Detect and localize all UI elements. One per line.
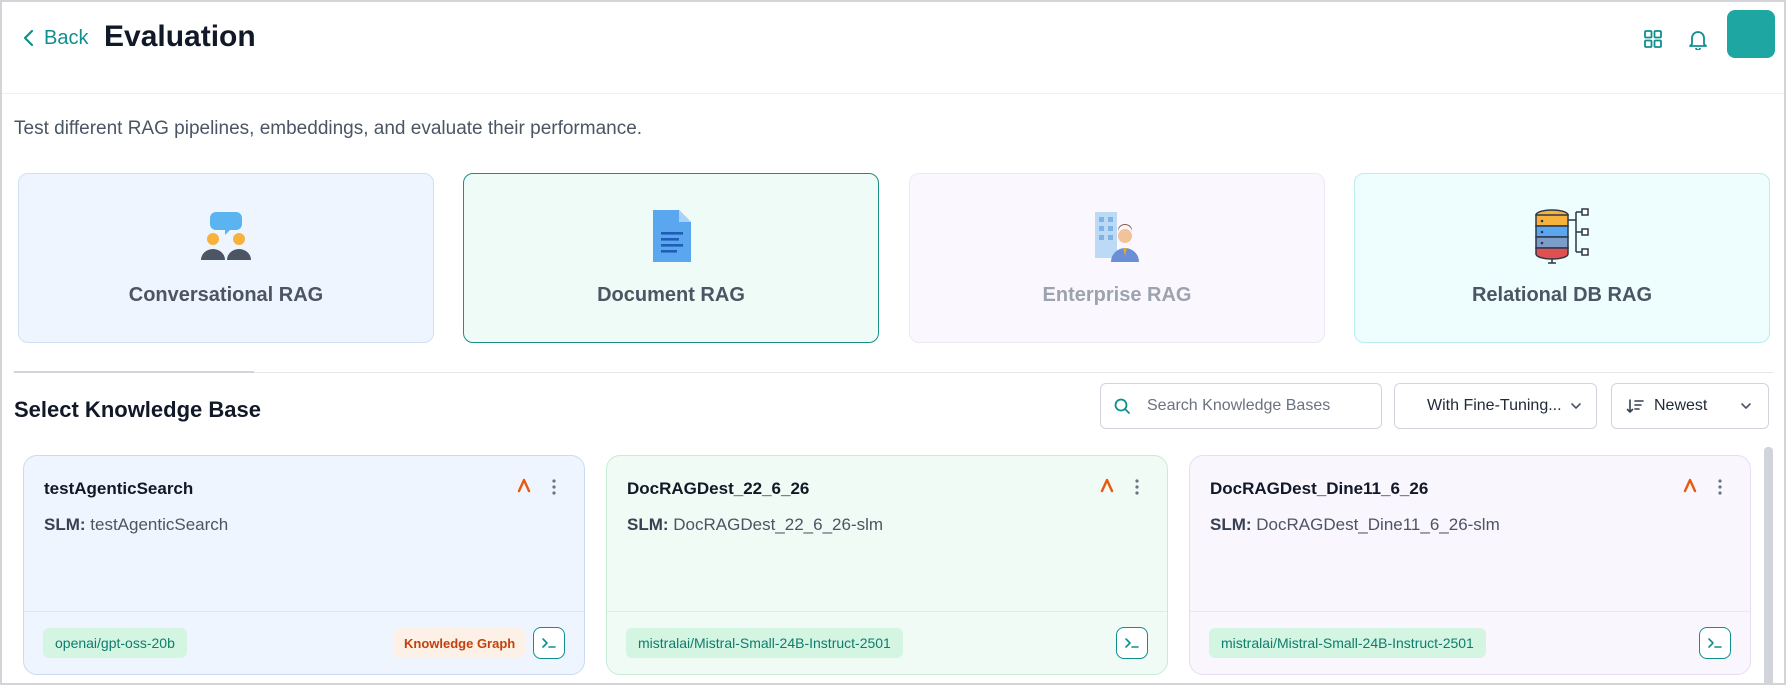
document-icon: [653, 210, 691, 262]
page-header: Back Evaluation: [2, 2, 1784, 94]
terminal-icon: [1708, 638, 1722, 648]
knowledge-graph-badge: Knowledge Graph: [394, 628, 526, 658]
grid-icon[interactable]: [1642, 28, 1664, 50]
kb-card-footer-divider: [607, 611, 1167, 612]
app-frame: Back Evaluation Test different RAG pipel…: [0, 0, 1786, 685]
page-subtitle: Test different RAG pipelines, embeddings…: [14, 118, 643, 139]
kb-card-name: testAgenticSearch: [44, 479, 194, 498]
kb-card-name: DocRAGDest_22_6_26: [627, 479, 810, 498]
kb-card-name: DocRAGDest_Dine11_6_26: [1210, 479, 1429, 498]
sort-select[interactable]: Newest: [1611, 383, 1769, 429]
chevron-left-icon: [23, 29, 34, 47]
sort-icon: [1626, 399, 1644, 413]
rag-card-label: Conversational RAG: [128, 284, 324, 306]
rag-card-label: Relational DB RAG: [1471, 284, 1653, 306]
slm-label: SLM:: [1210, 515, 1252, 534]
chevron-down-icon: [1741, 403, 1751, 409]
slm-value: DocRAGDest_22_6_26-slm: [673, 515, 884, 534]
bell-icon[interactable]: [1687, 28, 1709, 51]
slm-label: SLM:: [627, 515, 669, 534]
section-title: Select Knowledge Base: [14, 397, 261, 422]
sort-value: Newest: [1654, 397, 1708, 414]
kb-card-footer-divider: [1190, 611, 1750, 612]
rag-card-conversational[interactable]: Conversational RAG: [18, 173, 434, 343]
terminal-icon: [542, 638, 556, 648]
section-divider-accent: [14, 371, 254, 373]
rag-card-enterprise[interactable]: Enterprise RAG: [909, 173, 1325, 343]
slm-value: DocRAGDest_Dine11_6_26-slm: [1256, 515, 1500, 534]
chevron-down-icon: [1570, 403, 1581, 409]
caret-up-icon[interactable]: [1683, 476, 1697, 494]
rag-card-relational-db[interactable]: Relational DB RAG: [1354, 173, 1770, 343]
model-chip: openai/gpt-oss-20b: [43, 628, 187, 658]
kb-card[interactable]: DocRAGDest_Dine11_6_26 SLM: DocRAGDest_D…: [1189, 455, 1751, 675]
caret-up-icon[interactable]: [1100, 476, 1114, 494]
scrollbar[interactable]: [1764, 447, 1773, 683]
kb-card-footer-divider: [24, 611, 584, 612]
kb-card-slm: SLM: DocRAGDest_Dine11_6_26-slm: [1210, 515, 1500, 535]
back-label: Back: [44, 26, 89, 49]
search-input[interactable]: [1147, 397, 1367, 415]
terminal-button[interactable]: [1699, 627, 1731, 659]
terminal-button[interactable]: [1116, 627, 1148, 659]
database-icon: [1535, 208, 1589, 264]
kb-card-slm: SLM: testAgenticSearch: [44, 515, 228, 535]
more-options-icon[interactable]: [1717, 478, 1723, 496]
enterprise-icon: [1095, 212, 1139, 262]
model-chip: mistralai/Mistral-Small-24B-Instruct-250…: [1209, 628, 1486, 658]
slm-value: testAgenticSearch: [90, 515, 229, 534]
kb-card[interactable]: testAgenticSearch SLM: testAgenticSearch…: [23, 455, 585, 675]
conversation-icon: [201, 212, 251, 260]
fine-tuning-filter-select[interactable]: With Fine-Tuning...: [1394, 383, 1597, 429]
back-button[interactable]: Back: [22, 24, 88, 52]
model-chip: mistralai/Mistral-Small-24B-Instruct-250…: [626, 628, 903, 658]
rag-card-label: Document RAG: [597, 284, 745, 306]
fine-tuning-filter-value: With Fine-Tuning...: [1427, 397, 1562, 414]
kb-card-slm: SLM: DocRAGDest_22_6_26-slm: [627, 515, 883, 535]
terminal-icon: [1125, 638, 1139, 648]
rag-card-label: Enterprise RAG: [1042, 284, 1192, 306]
rag-card-document[interactable]: Document RAG: [463, 173, 879, 343]
more-options-icon[interactable]: [551, 478, 557, 496]
section-divider: [14, 372, 1774, 373]
caret-up-icon[interactable]: [517, 476, 531, 494]
slm-label: SLM:: [44, 515, 86, 534]
kb-card[interactable]: DocRAGDest_22_6_26 SLM: DocRAGDest_22_6_…: [606, 455, 1168, 675]
more-options-icon[interactable]: [1134, 478, 1140, 496]
avatar[interactable]: [1727, 10, 1775, 58]
terminal-button[interactable]: [533, 627, 565, 659]
page-title: Evaluation: [104, 20, 256, 53]
search-box: [1100, 383, 1382, 429]
search-icon: [1114, 398, 1130, 414]
